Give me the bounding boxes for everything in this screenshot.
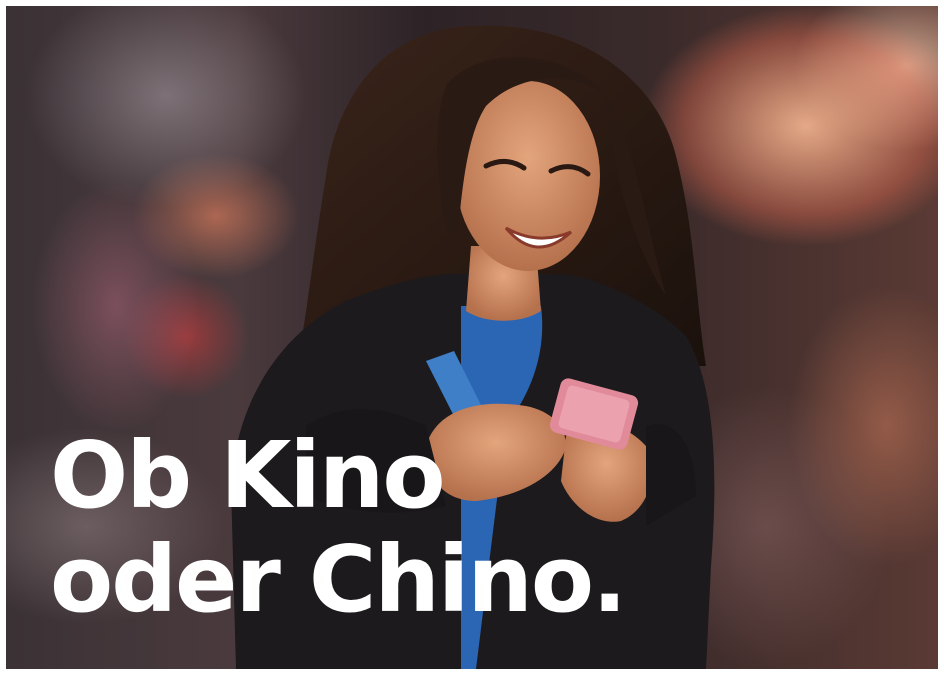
headline: Ob Kino oder Chino.: [50, 422, 627, 633]
photo-frame: Ob Kino oder Chino.: [6, 6, 938, 669]
headline-line-1: Ob Kino: [50, 422, 446, 529]
headline-line-2: oder Chino.: [50, 526, 627, 633]
